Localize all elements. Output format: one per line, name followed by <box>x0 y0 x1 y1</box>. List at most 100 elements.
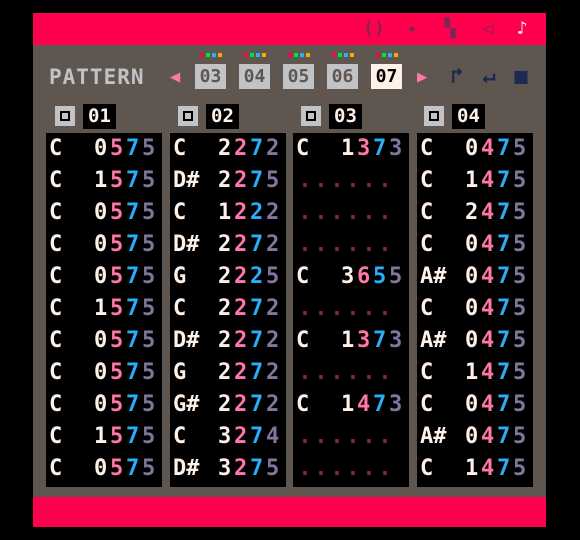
tracker-row[interactable]: D# 2 2 7 2 <box>170 325 286 357</box>
tracker-row[interactable]: C 0475 <box>417 389 533 421</box>
volume: 7 <box>373 392 387 417</box>
empty-step: . <box>346 200 360 225</box>
volume: 7 <box>126 296 140 321</box>
volume: 7 <box>250 424 264 449</box>
effect: 5 <box>142 456 156 481</box>
tracker-row[interactable]: D# 3 2 7 5 <box>170 453 286 485</box>
volume: 7 <box>250 296 264 321</box>
octave: 0 <box>465 328 479 353</box>
octave: 3 <box>218 424 232 449</box>
sfx-editor-icon[interactable]: ◁ <box>477 19 499 39</box>
channel-dot <box>387 53 392 57</box>
channel-4-tracker[interactable]: C 0 4 7 5 C 1 4 7 5 C 2 4 7 5 C 0 4 7 5 A# 0 4 7 5 C 0 4 7 5 A# 0 4 7 5 C 1 4… <box>417 133 533 487</box>
octave: 3 <box>341 264 355 289</box>
octave: 1 <box>94 424 108 449</box>
pattern-04-button[interactable]: 04 <box>239 64 270 89</box>
sprite-editor-icon[interactable]: ✦ <box>401 19 423 39</box>
tracker-row[interactable]: C 3274 <box>170 421 286 453</box>
pattern-03-button[interactable]: 03 <box>195 64 226 89</box>
tracker-row[interactable]: D# 2 2 7 2 <box>170 229 286 261</box>
tracker-row[interactable]: ...... <box>293 293 409 325</box>
volume: 7 <box>497 360 511 385</box>
channel-4-toggle[interactable] <box>424 106 444 126</box>
tracker-row[interactable]: C0575 <box>46 261 162 293</box>
channel-dot <box>299 53 304 57</box>
tracker-row[interactable]: ...... <box>293 453 409 485</box>
tracker-row[interactable]: G2225 <box>170 261 286 293</box>
tracker-row[interactable]: C1575 <box>46 165 162 197</box>
tracker-row[interactable]: C 0475 <box>417 229 533 261</box>
channel-1-toggle[interactable] <box>55 106 75 126</box>
instrument: 5 <box>110 360 124 385</box>
channel-dot <box>249 53 254 57</box>
tracker-row[interactable]: C 3655 <box>293 261 409 293</box>
tracker-row[interactable]: G2272 <box>170 357 286 389</box>
tracker-row[interactable]: C2272 <box>170 133 286 165</box>
tracker-row[interactable]: C0575 <box>46 229 162 261</box>
volume: 7 <box>250 168 264 193</box>
loop-start-icon[interactable]: ↱ <box>445 65 469 89</box>
tracker-row[interactable]: G# 2 2 7 2 <box>170 389 286 421</box>
channel-1-tracker[interactable]: C0575C1575C0575C0575C0575C1575C0575C0575… <box>46 133 162 487</box>
tracker-row[interactable]: C 1475 <box>417 165 533 197</box>
tracker-row[interactable]: C0575 <box>46 197 162 229</box>
pattern-06-button[interactable]: 06 <box>327 64 358 89</box>
volume: 7 <box>497 456 511 481</box>
tracker-row[interactable]: A# 0 4 7 5 <box>417 325 533 357</box>
empty-step: . <box>330 200 344 225</box>
tracker-row[interactable]: C 2475 <box>417 197 533 229</box>
stop-icon[interactable]: ■ <box>509 65 533 89</box>
volume: 5 <box>373 264 387 289</box>
empty-step: . <box>314 232 328 257</box>
empty-step: . <box>346 360 360 385</box>
tracker-row[interactable]: C1575 <box>46 293 162 325</box>
tracker-row[interactable]: C0575 <box>46 357 162 389</box>
channel-2-toggle[interactable] <box>178 106 198 126</box>
note-name: C <box>420 232 434 257</box>
tracker-row[interactable]: C 0475 <box>417 133 533 165</box>
channel-3-tracker[interactable]: C1373..................C3655......C1373.… <box>293 133 409 487</box>
tracker-row[interactable]: C 1473 <box>293 389 409 421</box>
tracker-row[interactable]: C0575 <box>46 133 162 165</box>
channel-2-number: 02 <box>206 104 239 129</box>
octave: 0 <box>94 232 108 257</box>
tracker-row[interactable]: A# 0 4 7 5 <box>417 421 533 453</box>
octave: 0 <box>94 360 108 385</box>
tracker-row[interactable]: ...... <box>293 197 409 229</box>
tracker-row[interactable]: A# 0 4 7 5 <box>417 261 533 293</box>
pattern-07-button[interactable]: 07 <box>371 64 402 89</box>
music-editor-icon[interactable]: ♪ <box>511 19 533 39</box>
tracker-row[interactable]: C1373 <box>293 133 409 165</box>
tracker-row[interactable]: C 1475 <box>417 453 533 485</box>
tracker-row[interactable]: D# 2 2 7 5 <box>170 165 286 197</box>
tracker-row[interactable]: C 1475 <box>417 357 533 389</box>
tracker-row[interactable]: C1222 <box>170 197 286 229</box>
tracker-row[interactable]: C1575 <box>46 421 162 453</box>
pattern-05-button[interactable]: 05 <box>283 64 314 89</box>
tracker-row[interactable]: ...... <box>293 229 409 261</box>
tracker-row[interactable]: C0575 <box>46 389 162 421</box>
channel-3-toggle[interactable] <box>301 106 321 126</box>
tracker-row[interactable]: C0575 <box>46 453 162 485</box>
instrument: 2 <box>234 328 248 353</box>
instrument: 5 <box>110 424 124 449</box>
effect: 5 <box>513 264 527 289</box>
tracker-row[interactable]: ...... <box>293 357 409 389</box>
tracker-row[interactable]: C 0475 <box>417 293 533 325</box>
tracker-row[interactable]: C1373 <box>293 325 409 357</box>
tracker-row[interactable]: ...... <box>293 165 409 197</box>
code-editor-icon[interactable]: () <box>363 19 385 39</box>
previous-pattern-arrow-icon[interactable]: ◀ <box>170 66 180 88</box>
tracker-row[interactable]: ...... <box>293 421 409 453</box>
tracker-row[interactable]: C0575 <box>46 325 162 357</box>
instrument: 2 <box>234 392 248 417</box>
map-editor-icon[interactable]: ▚ <box>439 19 461 39</box>
effect: 3 <box>389 328 403 353</box>
tracker-row[interactable]: C2272 <box>170 293 286 325</box>
channel-2-tracker[interactable]: C 2 2 7 2 D# 2 2 7 5 C 1 2 2 2 D# 2 2 7 2 G 2 2 2 5 C 2 2 7 2 D# 2 2 7 2 G 2… <box>170 133 286 487</box>
note-name: C <box>296 392 310 417</box>
next-pattern-arrow-icon[interactable]: ▶ <box>417 66 427 88</box>
loop-back-icon[interactable]: ↵ <box>477 65 501 89</box>
empty-step: . <box>346 456 360 481</box>
note-name: D# <box>173 232 200 257</box>
